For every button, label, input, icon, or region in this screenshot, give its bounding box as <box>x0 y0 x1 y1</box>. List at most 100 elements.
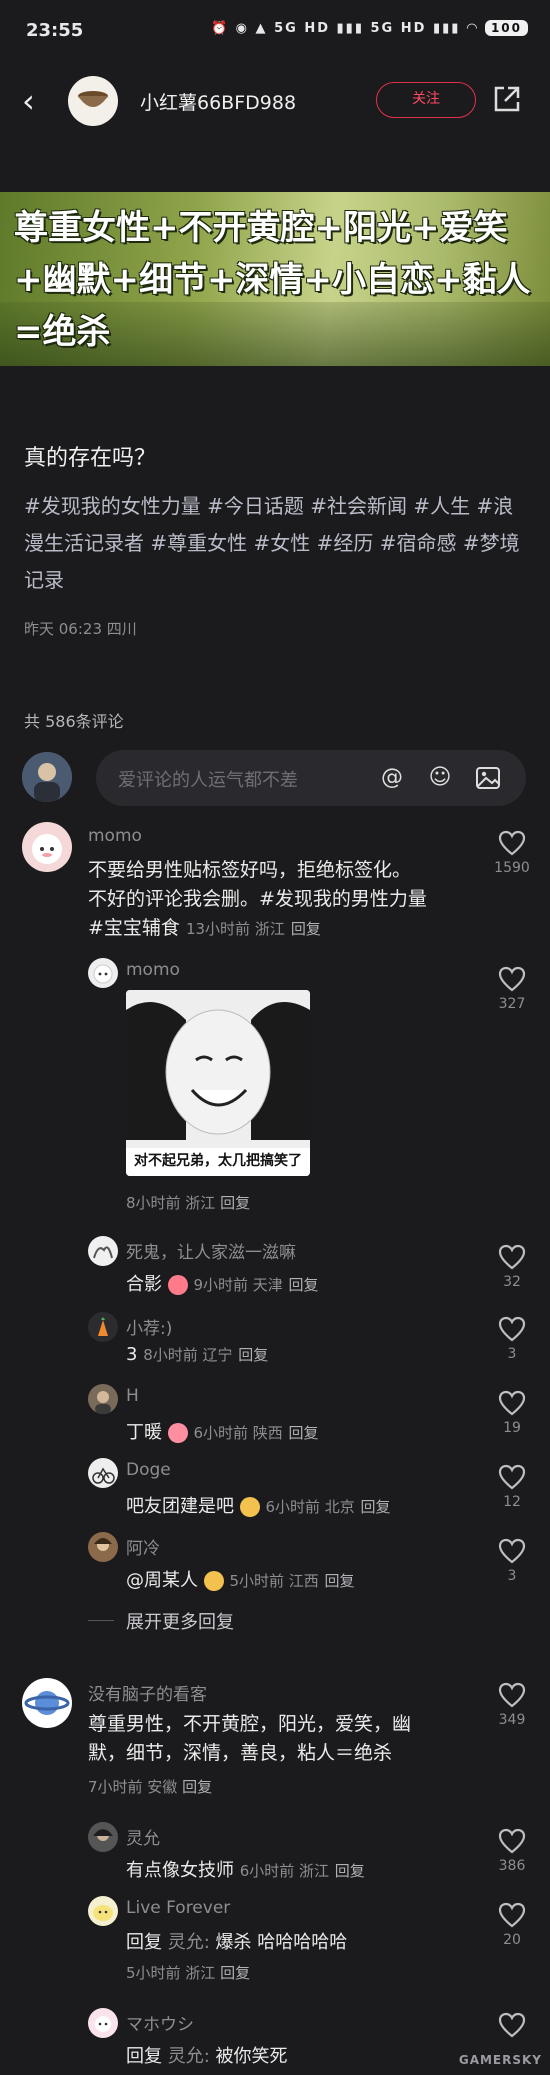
status-bar: 23:55 ⏰ ◉ ▲ 5G HD ▮▮▮ 5G HD ▮▮▮ ◠ 100 <box>0 0 550 64</box>
back-icon[interactable]: ‹ <box>22 82 35 120</box>
like-button[interactable]: 1590 <box>482 830 542 876</box>
replier-name[interactable]: Doge <box>126 1460 171 1480</box>
comment-line: 不好的评论我会删。#发现我的男性力量 <box>88 888 427 910</box>
my-avatar <box>22 752 72 802</box>
status-icons: ⏰ ◉ ▲ 5G HD ▮▮▮ 5G HD ▮▮▮ ◠ 100 <box>211 20 528 36</box>
avatar[interactable] <box>22 822 72 872</box>
image-icon[interactable] <box>474 764 502 792</box>
post-title: 真的存在吗？ <box>24 446 157 471</box>
like-button[interactable]: 32 <box>482 1244 542 1290</box>
comment-text: 尊重男性，不开黄腔，阳光，爱笑，幽 默，细节，深情，善良，粘人＝绝杀 <box>88 1710 488 1768</box>
reply-time: 8小时前 辽宁 <box>143 1346 233 1364</box>
emoji-icon[interactable]: ☺ <box>426 764 454 792</box>
reply-time: 5小时前 江西 <box>229 1572 319 1590</box>
heart-icon <box>498 1316 526 1342</box>
divider <box>88 1620 114 1621</box>
reply-button[interactable]: 回复 <box>289 1276 319 1294</box>
comment-count: 共 586条评论 <box>24 712 124 731</box>
reply-time: 6小时前 北京 <box>265 1498 355 1516</box>
replier-name[interactable]: 死鬼，让人家滋一滋嘛 <box>126 1238 296 1263</box>
like-button[interactable]: 20 <box>482 1902 542 1948</box>
heart-icon <box>498 2012 526 2038</box>
post-meta: 昨天 06:23 四川 <box>24 620 137 638</box>
like-button[interactable]: 386 <box>482 1828 542 1874</box>
expand-more-replies[interactable]: 展开更多回复 <box>126 1608 234 1634</box>
post-header: ‹ 小红薯66BFD988 关注 <box>0 64 550 136</box>
reply-button[interactable]: 回复 <box>220 1194 250 1212</box>
replier-name[interactable]: 灵允 <box>126 1824 160 1849</box>
reply-text: @周某人 5小时前 江西 回复 <box>126 1566 355 1592</box>
reply-button[interactable]: 回复 <box>238 1346 268 1364</box>
reply-button[interactable]: 回复 <box>361 1498 391 1516</box>
reply-button[interactable]: 回复 <box>182 1778 212 1796</box>
reply-time: 6小时前 浙江 <box>239 1862 330 1880</box>
comment-line: 不要给男性贴标签好吗，拒绝标签化。 <box>88 859 412 881</box>
comment-input[interactable]: 爱评论的人运气都不差 @ ☺ <box>96 750 526 806</box>
follow-button[interactable]: 关注 <box>376 82 476 118</box>
avatar[interactable] <box>88 1822 118 1852</box>
like-count: 20 <box>503 1932 521 1948</box>
like-button[interactable] <box>482 2012 542 2038</box>
avatar[interactable] <box>88 1312 118 1342</box>
author-name[interactable]: 小红薯66BFD988 <box>140 88 296 115</box>
reply-button[interactable]: 回复 <box>220 1964 250 1982</box>
reply-button[interactable]: 回复 <box>291 920 321 938</box>
commenter-name[interactable]: 没有脑子的看客 <box>88 1680 207 1705</box>
post-hashtags[interactable]: #发现我的女性力量 #今日话题 #社会新闻 #人生 #浪漫生活记录者 #尊重女性… <box>24 488 529 599</box>
avatar[interactable] <box>88 1532 118 1562</box>
comment-meta: 13小时前 浙江 <box>185 920 285 938</box>
like-count: 19 <box>503 1420 521 1436</box>
like-button[interactable]: 12 <box>482 1464 542 1510</box>
reply-target[interactable]: 灵允: <box>168 2046 210 2067</box>
comment-meta: 7小时前 安徽 回复 <box>88 1776 212 1797</box>
replier-name[interactable]: Live Forever <box>126 1898 230 1918</box>
meme-image[interactable]: 对不起兄弟，太几把搞笑了 <box>126 990 310 1176</box>
heart-icon <box>498 1390 526 1416</box>
replier-name[interactable]: 阿冷 <box>126 1534 160 1559</box>
like-button[interactable]: 3 <box>482 1316 542 1362</box>
avatar[interactable] <box>88 1896 118 1926</box>
reply-time: 6小时前 陕西 <box>193 1424 283 1442</box>
avatar[interactable] <box>88 1236 118 1266</box>
status-icon-glyphs: ⏰ ◉ ▲ 5G HD ▮▮▮ 5G HD ▮▮▮ ◠ <box>210 21 479 36</box>
commenter-name[interactable]: momo <box>88 826 142 846</box>
avatar[interactable] <box>88 2008 118 2038</box>
mention-icon[interactable]: @ <box>378 764 406 792</box>
replier-name[interactable]: マホウシ <box>126 2010 194 2035</box>
bowl-icon <box>78 91 108 107</box>
share-icon[interactable] <box>492 84 522 114</box>
sticker-icon <box>167 1275 188 1295</box>
avatar[interactable] <box>88 1384 118 1414</box>
reply-text: 有点像女技师 6小时前 浙江 回复 <box>126 1856 365 1882</box>
like-button[interactable]: 3 <box>482 1538 542 1584</box>
reply-content: 3 <box>126 1344 138 1365</box>
reply-button[interactable]: 回复 <box>335 1862 365 1880</box>
replier-name[interactable]: momo <box>126 960 180 980</box>
avatar[interactable] <box>22 1678 72 1728</box>
reply-time: 9小时前 天津 <box>193 1276 283 1294</box>
like-button[interactable]: 19 <box>482 1390 542 1436</box>
replier-name[interactable]: H <box>126 1386 139 1406</box>
reply-button[interactable]: 回复 <box>325 1572 355 1590</box>
meme-face <box>126 990 310 1176</box>
like-button[interactable]: 349 <box>482 1682 542 1728</box>
like-count: 386 <box>498 1858 526 1874</box>
comment-line: 尊重男性，不开黄腔，阳光，爱笑，幽 <box>88 1713 412 1735</box>
heart-icon <box>498 1464 526 1490</box>
avatar[interactable] <box>88 1458 118 1488</box>
like-button[interactable]: 327 <box>482 966 542 1012</box>
comment-line: #宝宝辅食 <box>88 917 180 939</box>
author-avatar[interactable] <box>68 76 118 126</box>
like-count: 3 <box>507 1346 517 1362</box>
reply-text: 吧友团建是吧 6小时前 北京 回复 <box>126 1492 391 1518</box>
avatar[interactable] <box>88 958 118 988</box>
reply-button[interactable]: 回复 <box>289 1424 319 1442</box>
reply-content: 丁暖 <box>126 1422 162 1443</box>
post-image[interactable]: 尊重女性+不开黄腔+阳光+爱笑+幽默+细节+深情+小自恋+黏人=绝杀 <box>0 192 550 366</box>
reply-content: 吧友团建是吧 <box>126 1496 234 1517</box>
heart-icon <box>498 1682 526 1708</box>
replier-name[interactable]: 小荐:) <box>126 1314 172 1339</box>
reply-target[interactable]: 灵允: <box>168 1932 210 1953</box>
comment-line: 默，细节，深情，善良，粘人＝绝杀 <box>88 1742 393 1764</box>
reply-text: 丁暖 6小时前 陕西 回复 <box>126 1418 319 1444</box>
